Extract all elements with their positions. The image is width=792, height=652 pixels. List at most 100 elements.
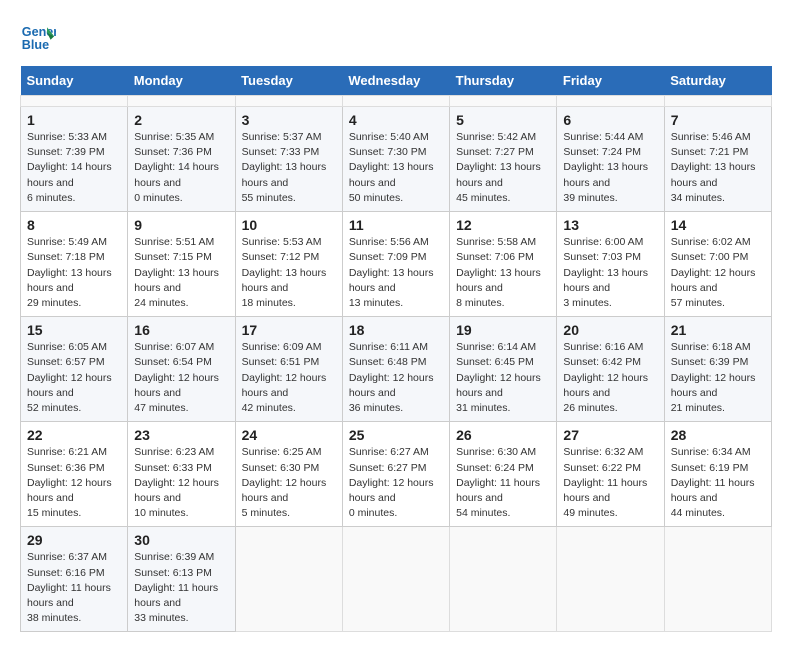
day-info: Sunrise: 5:51 AMSunset: 7:15 PMDaylight:… (134, 235, 228, 311)
day-number: 22 (27, 427, 121, 443)
calendar-cell (664, 527, 771, 632)
calendar-cell: 3 Sunrise: 5:37 AMSunset: 7:33 PMDaylight… (235, 107, 342, 212)
calendar-cell (235, 527, 342, 632)
calendar-cell: 27 Sunrise: 6:32 AMSunset: 6:22 PMDayligh… (557, 422, 664, 527)
day-info: Sunrise: 6:21 AMSunset: 6:36 PMDaylight:… (27, 445, 121, 521)
svg-text:Blue: Blue (22, 38, 49, 52)
calendar-cell: 15Sunrise: 6:05 AMSunset: 6:57 PMDayligh… (21, 317, 128, 422)
calendar-cell: 13 Sunrise: 6:00 AMSunset: 7:03 PMDayligh… (557, 212, 664, 317)
calendar-cell: 14Sunrise: 6:02 AMSunset: 7:00 PMDayligh… (664, 212, 771, 317)
calendar-cell (342, 527, 449, 632)
calendar-cell (21, 96, 128, 107)
day-number: 10 (242, 217, 336, 233)
calendar-cell: 12 Sunrise: 5:58 AMSunset: 7:06 PMDayligh… (450, 212, 557, 317)
column-header-sunday: Sunday (21, 66, 128, 96)
day-number: 4 (349, 112, 443, 128)
day-number: 29 (27, 532, 121, 548)
column-header-saturday: Saturday (664, 66, 771, 96)
calendar-cell (128, 96, 235, 107)
column-header-thursday: Thursday (450, 66, 557, 96)
day-number: 12 (456, 217, 550, 233)
day-number: 27 (563, 427, 657, 443)
day-number: 8 (27, 217, 121, 233)
day-number: 24 (242, 427, 336, 443)
calendar-cell: 17 Sunrise: 6:09 AMSunset: 6:51 PMDayligh… (235, 317, 342, 422)
calendar-cell: 6 Sunrise: 5:44 AMSunset: 7:24 PMDaylight… (557, 107, 664, 212)
day-number: 17 (242, 322, 336, 338)
calendar-cell (450, 527, 557, 632)
day-number: 2 (134, 112, 228, 128)
calendar-cell: 2 Sunrise: 5:35 AMSunset: 7:36 PMDaylight… (128, 107, 235, 212)
column-header-tuesday: Tuesday (235, 66, 342, 96)
calendar-cell: 1 Sunrise: 5:33 AMSunset: 7:39 PMDaylight… (21, 107, 128, 212)
day-number: 7 (671, 112, 765, 128)
day-info: Sunrise: 6:37 AMSunset: 6:16 PMDaylight:… (27, 550, 121, 626)
calendar-cell: 19 Sunrise: 6:14 AMSunset: 6:45 PMDayligh… (450, 317, 557, 422)
day-info: Sunrise: 6:23 AMSunset: 6:33 PMDaylight:… (134, 445, 228, 521)
calendar-week-row: 15Sunrise: 6:05 AMSunset: 6:57 PMDayligh… (21, 317, 772, 422)
calendar-cell: 11 Sunrise: 5:56 AMSunset: 7:09 PMDayligh… (342, 212, 449, 317)
day-info: Sunrise: 5:33 AMSunset: 7:39 PMDaylight:… (27, 130, 121, 206)
calendar-cell: 20 Sunrise: 6:16 AMSunset: 6:42 PMDayligh… (557, 317, 664, 422)
calendar-cell: 5 Sunrise: 5:42 AMSunset: 7:27 PMDaylight… (450, 107, 557, 212)
day-info: Sunrise: 5:44 AMSunset: 7:24 PMDaylight:… (563, 130, 657, 206)
day-number: 6 (563, 112, 657, 128)
day-number: 30 (134, 532, 228, 548)
day-number: 13 (563, 217, 657, 233)
day-number: 5 (456, 112, 550, 128)
calendar-cell (235, 96, 342, 107)
day-number: 3 (242, 112, 336, 128)
day-info: Sunrise: 5:37 AMSunset: 7:33 PMDaylight:… (242, 130, 336, 206)
day-info: Sunrise: 5:42 AMSunset: 7:27 PMDaylight:… (456, 130, 550, 206)
day-info: Sunrise: 6:16 AMSunset: 6:42 PMDaylight:… (563, 340, 657, 416)
day-number: 20 (563, 322, 657, 338)
calendar-cell: 24 Sunrise: 6:25 AMSunset: 6:30 PMDayligh… (235, 422, 342, 527)
day-number: 18 (349, 322, 443, 338)
calendar-cell: 18Sunrise: 6:11 AMSunset: 6:48 PMDayligh… (342, 317, 449, 422)
calendar-cell: 28Sunrise: 6:34 AMSunset: 6:19 PMDayligh… (664, 422, 771, 527)
day-info: Sunrise: 6:09 AMSunset: 6:51 PMDaylight:… (242, 340, 336, 416)
day-info: Sunrise: 6:05 AMSunset: 6:57 PMDaylight:… (27, 340, 121, 416)
day-number: 28 (671, 427, 765, 443)
calendar-cell (450, 96, 557, 107)
calendar-cell: 30 Sunrise: 6:39 AMSunset: 6:13 PMDayligh… (128, 527, 235, 632)
day-number: 25 (349, 427, 443, 443)
day-info: Sunrise: 6:27 AMSunset: 6:27 PMDaylight:… (349, 445, 443, 521)
day-number: 16 (134, 322, 228, 338)
calendar-cell: 23 Sunrise: 6:23 AMSunset: 6:33 PMDayligh… (128, 422, 235, 527)
day-number: 1 (27, 112, 121, 128)
day-info: Sunrise: 6:25 AMSunset: 6:30 PMDaylight:… (242, 445, 336, 521)
calendar-cell: 9Sunrise: 5:51 AMSunset: 7:15 PMDaylight… (128, 212, 235, 317)
day-info: Sunrise: 6:39 AMSunset: 6:13 PMDaylight:… (134, 550, 228, 626)
calendar-cell: 7 Sunrise: 5:46 AMSunset: 7:21 PMDaylight… (664, 107, 771, 212)
day-info: Sunrise: 5:40 AMSunset: 7:30 PMDaylight:… (349, 130, 443, 206)
day-info: Sunrise: 6:00 AMSunset: 7:03 PMDaylight:… (563, 235, 657, 311)
page-header: General Blue (20, 20, 772, 56)
calendar-cell (557, 527, 664, 632)
column-header-friday: Friday (557, 66, 664, 96)
calendar-cell: 25 Sunrise: 6:27 AMSunset: 6:27 PMDayligh… (342, 422, 449, 527)
day-info: Sunrise: 6:18 AMSunset: 6:39 PMDaylight:… (671, 340, 765, 416)
calendar-cell (664, 96, 771, 107)
day-info: Sunrise: 6:32 AMSunset: 6:22 PMDaylight:… (563, 445, 657, 521)
day-number: 11 (349, 217, 443, 233)
calendar-week-row: 1 Sunrise: 5:33 AMSunset: 7:39 PMDaylight… (21, 107, 772, 212)
day-info: Sunrise: 6:30 AMSunset: 6:24 PMDaylight:… (456, 445, 550, 521)
calendar-cell (557, 96, 664, 107)
calendar-week-row: 22 Sunrise: 6:21 AMSunset: 6:36 PMDayligh… (21, 422, 772, 527)
logo: General Blue (20, 20, 60, 56)
calendar-cell (342, 96, 449, 107)
calendar-week-row (21, 96, 772, 107)
calendar-table: SundayMondayTuesdayWednesdayThursdayFrid… (20, 66, 772, 632)
day-number: 23 (134, 427, 228, 443)
day-info: Sunrise: 5:58 AMSunset: 7:06 PMDaylight:… (456, 235, 550, 311)
day-number: 26 (456, 427, 550, 443)
day-number: 19 (456, 322, 550, 338)
day-info: Sunrise: 6:14 AMSunset: 6:45 PMDaylight:… (456, 340, 550, 416)
day-info: Sunrise: 5:56 AMSunset: 7:09 PMDaylight:… (349, 235, 443, 311)
calendar-cell: 4 Sunrise: 5:40 AMSunset: 7:30 PMDaylight… (342, 107, 449, 212)
day-info: Sunrise: 5:35 AMSunset: 7:36 PMDaylight:… (134, 130, 228, 206)
calendar-cell: 10Sunrise: 5:53 AMSunset: 7:12 PMDayligh… (235, 212, 342, 317)
day-number: 21 (671, 322, 765, 338)
day-info: Sunrise: 5:46 AMSunset: 7:21 PMDaylight:… (671, 130, 765, 206)
